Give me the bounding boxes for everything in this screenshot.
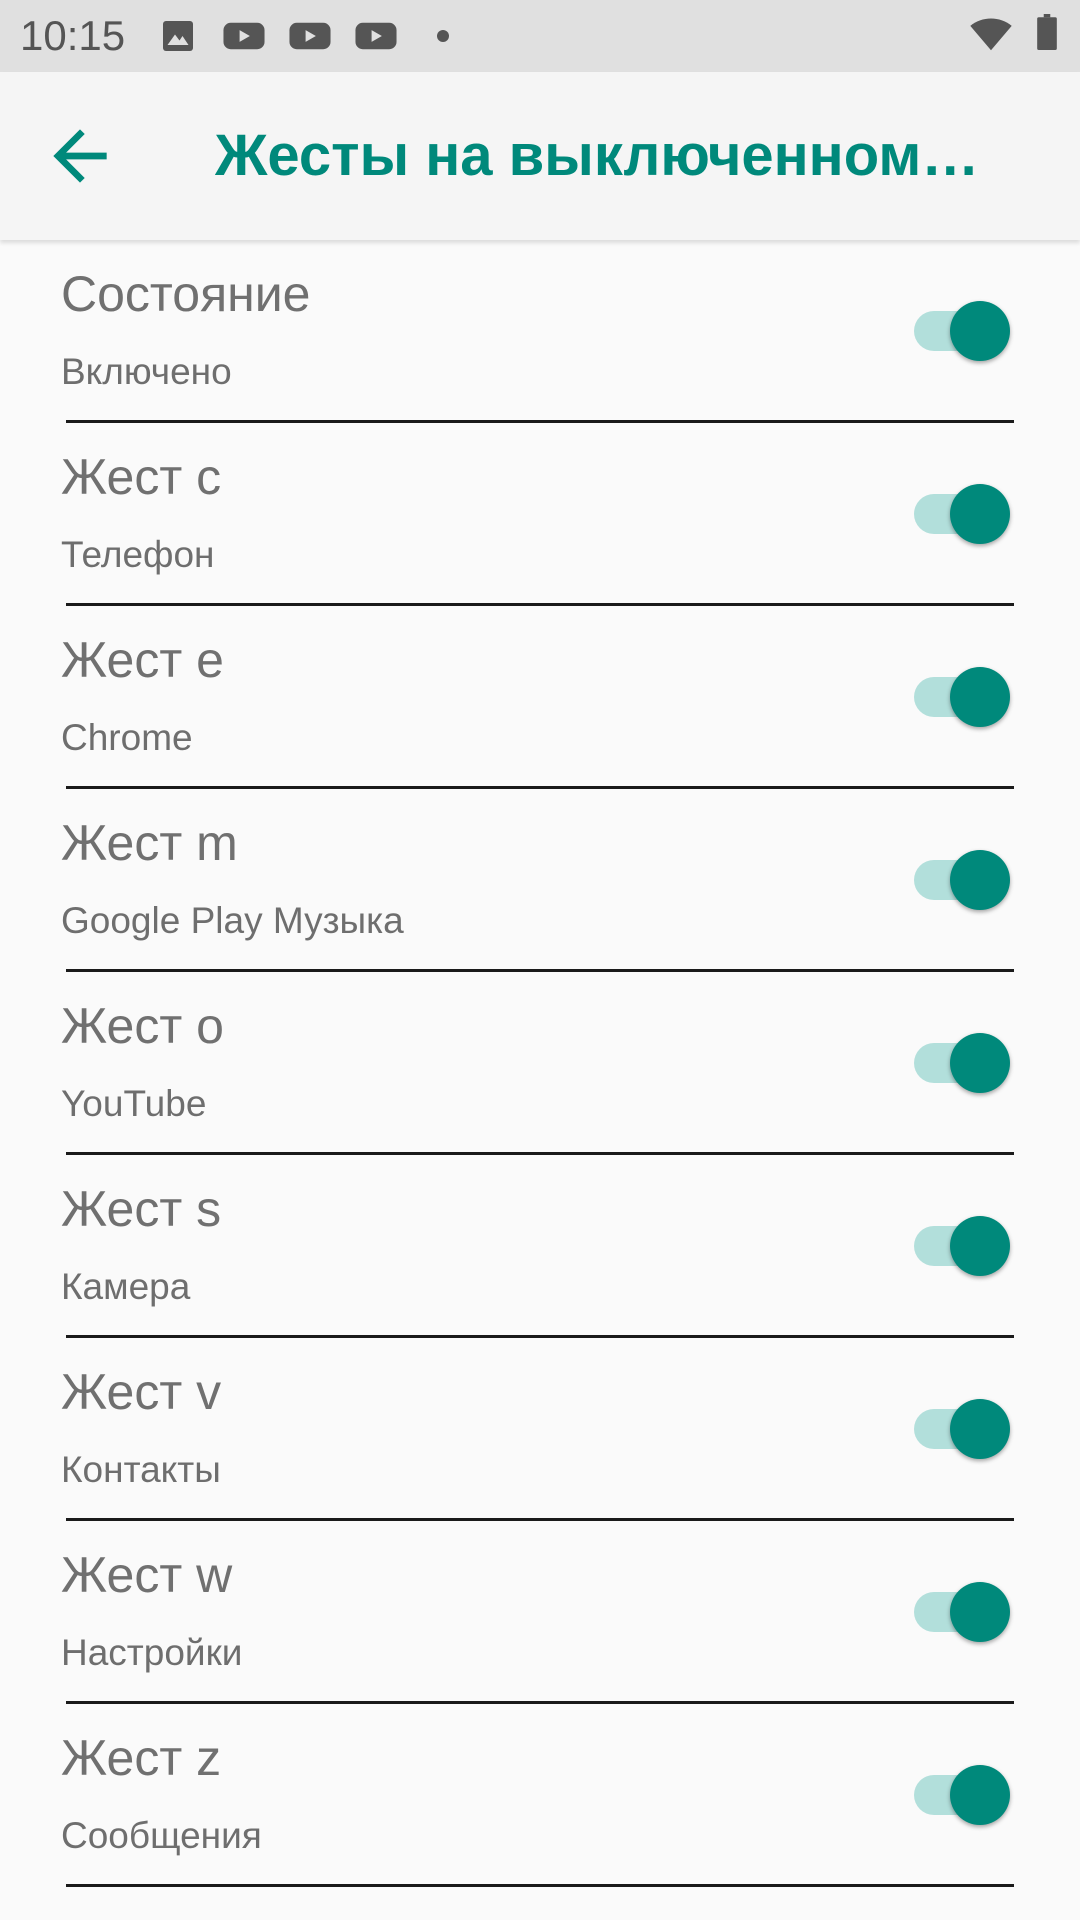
item-summary: Сообщения	[61, 1815, 262, 1856]
status-time: 10:15	[20, 12, 126, 59]
item-title: Жест z	[61, 1730, 222, 1786]
item-title: Жест e	[61, 632, 224, 688]
item-title: Состояние	[61, 266, 311, 322]
switch-thumb	[950, 1033, 1010, 1093]
arrow-back-icon	[53, 129, 107, 183]
switch-thumb	[950, 667, 1010, 727]
item-title: Жест o	[61, 998, 224, 1054]
item-title: Жест w	[61, 1547, 233, 1603]
status-bar: 10:15	[0, 0, 1080, 72]
settings-list: Состояние Включено Жест c Телефон Жест e…	[0, 240, 1080, 1887]
item-summary: Chrome	[61, 717, 193, 758]
toggle-switch[interactable]	[912, 1213, 1014, 1279]
item-summary: Настройки	[61, 1632, 243, 1673]
toggle-switch[interactable]	[912, 847, 1014, 913]
toggle-switch[interactable]	[912, 481, 1014, 547]
item-summary: Телефон	[61, 534, 215, 575]
list-item-gesture-w[interactable]: Жест w Настройки	[0, 1521, 1080, 1704]
item-summary: Включено	[61, 351, 232, 392]
divider	[66, 1884, 1014, 1887]
item-summary: Камера	[61, 1266, 191, 1307]
list-item-gesture-o[interactable]: Жест o YouTube	[0, 972, 1080, 1155]
switch-thumb	[950, 1399, 1010, 1459]
switch-thumb	[950, 1765, 1010, 1825]
app-bar: Жесты на выключенном…	[0, 72, 1080, 240]
page-title: Жесты на выключенном…	[215, 123, 975, 188]
item-summary: YouTube	[61, 1083, 207, 1124]
item-title: Жест s	[61, 1181, 222, 1237]
youtube-icon	[289, 22, 331, 50]
youtube-icon	[355, 22, 397, 50]
item-title: Жест m	[61, 815, 238, 871]
item-summary: Google Play Музыка	[61, 900, 404, 941]
toggle-switch[interactable]	[912, 1030, 1014, 1096]
battery-icon	[1037, 14, 1057, 50]
dot-icon	[437, 30, 449, 42]
back-button[interactable]	[40, 116, 120, 196]
item-summary: Контакты	[61, 1449, 221, 1490]
list-item-gesture-z[interactable]: Жест z Сообщения	[0, 1704, 1080, 1887]
toggle-switch[interactable]	[912, 1579, 1014, 1645]
switch-thumb	[950, 484, 1010, 544]
wifi-icon	[970, 18, 1012, 51]
list-item-status[interactable]: Состояние Включено	[0, 240, 1080, 423]
switch-thumb	[950, 301, 1010, 361]
toggle-switch[interactable]	[912, 664, 1014, 730]
item-title: Жест c	[61, 449, 222, 505]
list-item-gesture-s[interactable]: Жест s Камера	[0, 1155, 1080, 1338]
list-item-gesture-e[interactable]: Жест e Chrome	[0, 606, 1080, 789]
list-item-gesture-m[interactable]: Жест m Google Play Музыка	[0, 789, 1080, 972]
switch-thumb	[950, 1582, 1010, 1642]
item-title: Жест v	[61, 1364, 222, 1420]
list-item-gesture-c[interactable]: Жест c Телефон	[0, 423, 1080, 606]
switch-thumb	[950, 1216, 1010, 1276]
toggle-switch[interactable]	[912, 1396, 1014, 1462]
image-icon	[163, 21, 193, 51]
youtube-icon	[223, 22, 265, 50]
switch-thumb	[950, 850, 1010, 910]
toggle-switch[interactable]	[912, 298, 1014, 364]
toggle-switch[interactable]	[912, 1762, 1014, 1828]
list-item-gesture-v[interactable]: Жест v Контакты	[0, 1338, 1080, 1521]
